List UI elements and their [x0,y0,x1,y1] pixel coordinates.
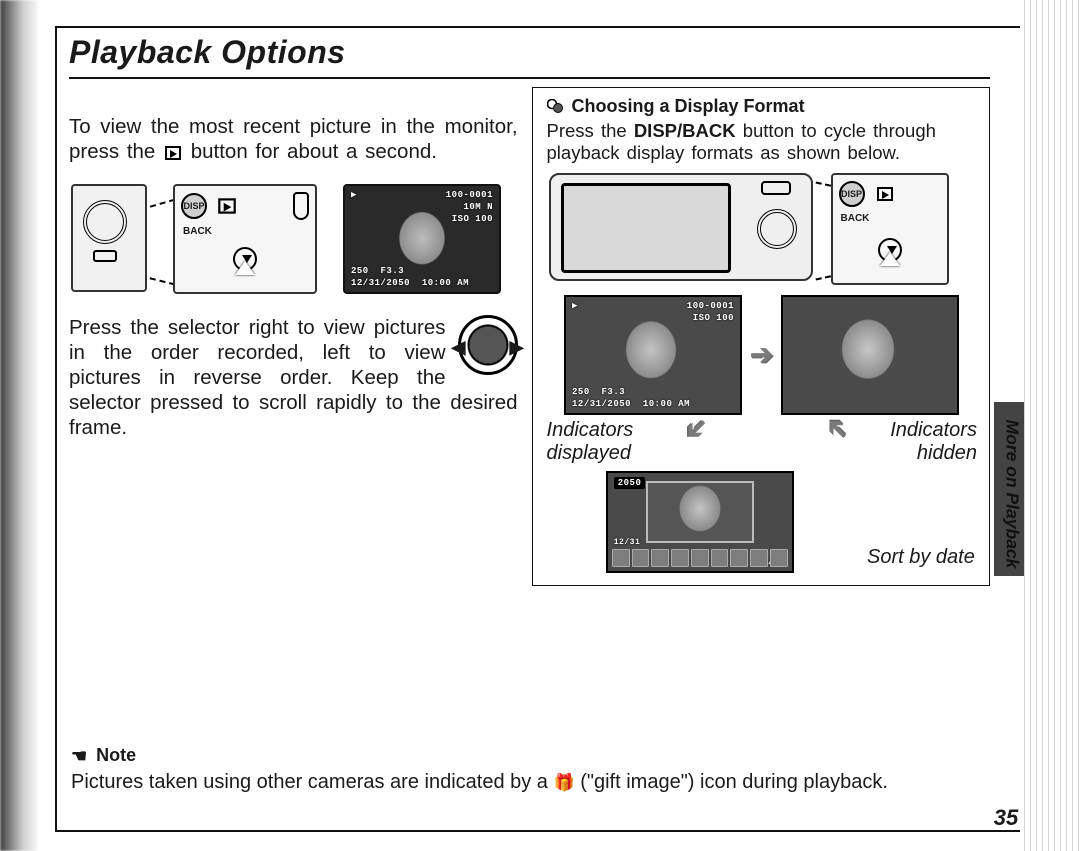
inset-body: Press the DISP/BACK button to cycle thro… [547,120,977,165]
lcd-frame-no: 100-0001 [446,190,493,200]
playback-button-2 [877,187,893,201]
lcd-size: 10M N [463,202,493,212]
playback-icon [165,146,181,160]
lcd-play: ▶ [351,190,357,200]
inset-heading: Choosing a Display Format [547,96,977,118]
camera-back-closeup: DISP BACK [173,184,317,294]
preview-indicators-hidden [781,295,959,415]
cycle-arrow-downleft-icon: ➔ [817,409,857,449]
cycle-arrow-upleft-icon: ➔ [677,409,717,449]
note-heading: ☚ Note [71,745,136,766]
preview-row-top: ▶ 100-0001 ISO 100 12/31/2050 10:00 AM 2… [547,295,977,415]
label-indicators-hidden: Indicators hidden [877,419,977,465]
columns: To view the most recent picture in the m… [69,93,990,586]
page-title: Playback Options [69,34,990,79]
lcd-sample: 100-0001 10M N ISO 100 ▶ 12/31/2050 10:0… [343,184,501,294]
thumbnail-strip [612,549,788,567]
binding-shadow [0,0,38,851]
preview-indicators-displayed: ▶ 100-0001 ISO 100 12/31/2050 10:00 AM 2… [564,295,742,415]
intro-post: button for about a second. [191,140,437,163]
note-pointer-icon: ☚ [71,746,87,767]
page-number: 35 [982,805,1030,831]
section-tab [994,402,1024,576]
inset-camera-row: DISP BACK [549,173,977,285]
camera-controls-closeup: DISP BACK [831,173,949,285]
page: Playback Options To view the most recent… [0,0,1080,851]
intro-paragraph: To view the most recent picture in the m… [69,114,518,164]
disp-button: DISP [181,193,207,219]
camera-back-drawing [549,173,813,281]
preview-row-bottom: 2050 2/15 12/31 Sort by date [547,465,977,573]
selector-paragraph: ◀▶ Press the selector right to view pict… [69,315,518,440]
camera-edge-drawing [71,184,147,292]
label-sort-by-date: Sort by date [867,546,977,569]
back-label: BACK [183,226,309,237]
nav-pad-icon: ◀▶ [458,315,518,375]
right-hatch-margin [1024,0,1080,851]
preview-sort-by-date: 2050 2/15 12/31 [606,471,794,573]
up-arrow-icon-2 [880,252,900,266]
camera-illustration-row: DISP BACK 100-0001 10M N [71,184,518,294]
up-arrow-icon [235,261,255,275]
note-body: Pictures taken using other cameras are i… [71,771,940,794]
label-indicators-displayed: Indicators displayed [547,419,657,465]
left-column: To view the most recent picture in the m… [69,93,518,460]
right-column: Choosing a Display Format Press the DISP… [532,93,990,586]
gift-icon: 🎁 [553,773,574,792]
labels-and-mid-arrows: Indicators displayed ➔ ➔ Indicators hidd… [547,419,977,465]
playback-button [218,198,236,213]
display-format-inset: Choosing a Display Format Press the DISP… [532,87,990,586]
disp-button-2: DISP [839,181,865,207]
content-frame: Playback Options To view the most recent… [55,26,1020,832]
inset-bullet-icon [547,97,563,118]
cycle-arrow-right-icon: ➔ [750,338,773,371]
